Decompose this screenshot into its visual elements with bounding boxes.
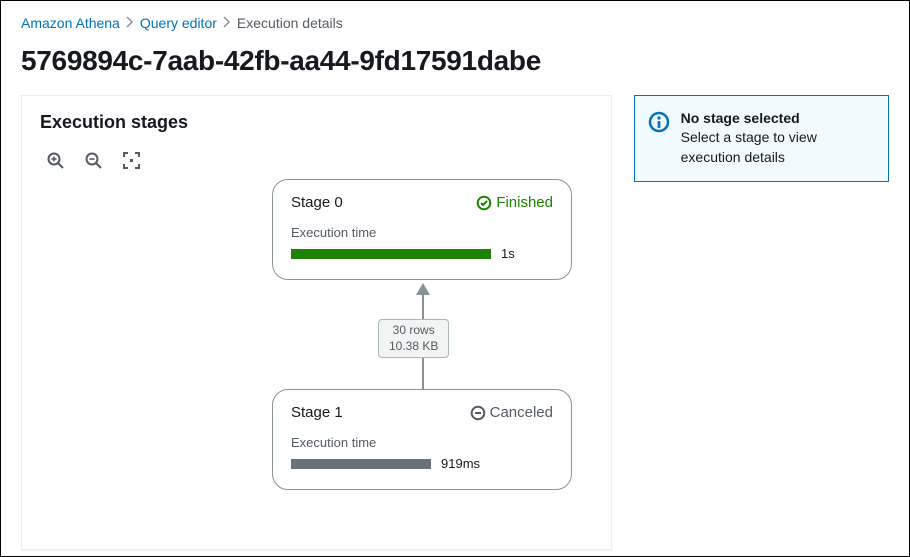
breadcrumb-link-query-editor[interactable]: Query editor (140, 15, 217, 31)
chevron-right-icon (223, 15, 231, 31)
execution-stages-panel: Execution stages Stage 0 Finished (21, 95, 612, 550)
status-badge-canceled: Canceled (470, 404, 553, 421)
chevron-right-icon (126, 15, 134, 31)
breadcrumb-link-athena[interactable]: Amazon Athena (21, 15, 120, 31)
exec-time-label: Execution time (291, 435, 553, 450)
stage-card-0[interactable]: Stage 0 Finished Execution time 1s (272, 179, 572, 280)
panel-title: Execution stages (40, 112, 593, 133)
status-badge-finished: Finished (476, 194, 553, 211)
info-alert: No stage selected Select a stage to view… (634, 95, 889, 182)
cancel-circle-icon (470, 405, 486, 421)
graph-toolbar (40, 151, 593, 169)
exec-time-label: Execution time (291, 225, 553, 240)
fit-screen-icon[interactable] (122, 151, 140, 169)
info-text: Select a stage to view execution details (681, 128, 874, 167)
details-sidebar: No stage selected Select a stage to view… (634, 95, 889, 550)
arrow-up-icon (416, 283, 430, 295)
progress-bar (291, 459, 431, 469)
check-circle-icon (476, 195, 492, 211)
info-title: No stage selected (681, 110, 874, 126)
info-icon (647, 110, 671, 134)
stage-name: Stage 0 (291, 194, 343, 211)
edge-label: 30 rows 10.38 KB (378, 319, 449, 358)
exec-time-value: 919ms (441, 456, 480, 471)
exec-time-value: 1s (501, 246, 515, 261)
breadcrumb: Amazon Athena Query editor Execution det… (1, 1, 909, 39)
zoom-out-icon[interactable] (84, 151, 102, 169)
breadcrumb-current: Execution details (237, 15, 343, 31)
stage-graph[interactable]: Stage 0 Finished Execution time 1s 30 ro… (40, 179, 593, 519)
stage-name: Stage 1 (291, 404, 343, 421)
zoom-in-icon[interactable] (46, 151, 64, 169)
stage-card-1[interactable]: Stage 1 Canceled Execution time 919ms (272, 389, 572, 490)
page-title: 5769894c-7aab-42fb-aa44-9fd17591dabe (1, 39, 909, 95)
progress-bar (291, 249, 491, 259)
